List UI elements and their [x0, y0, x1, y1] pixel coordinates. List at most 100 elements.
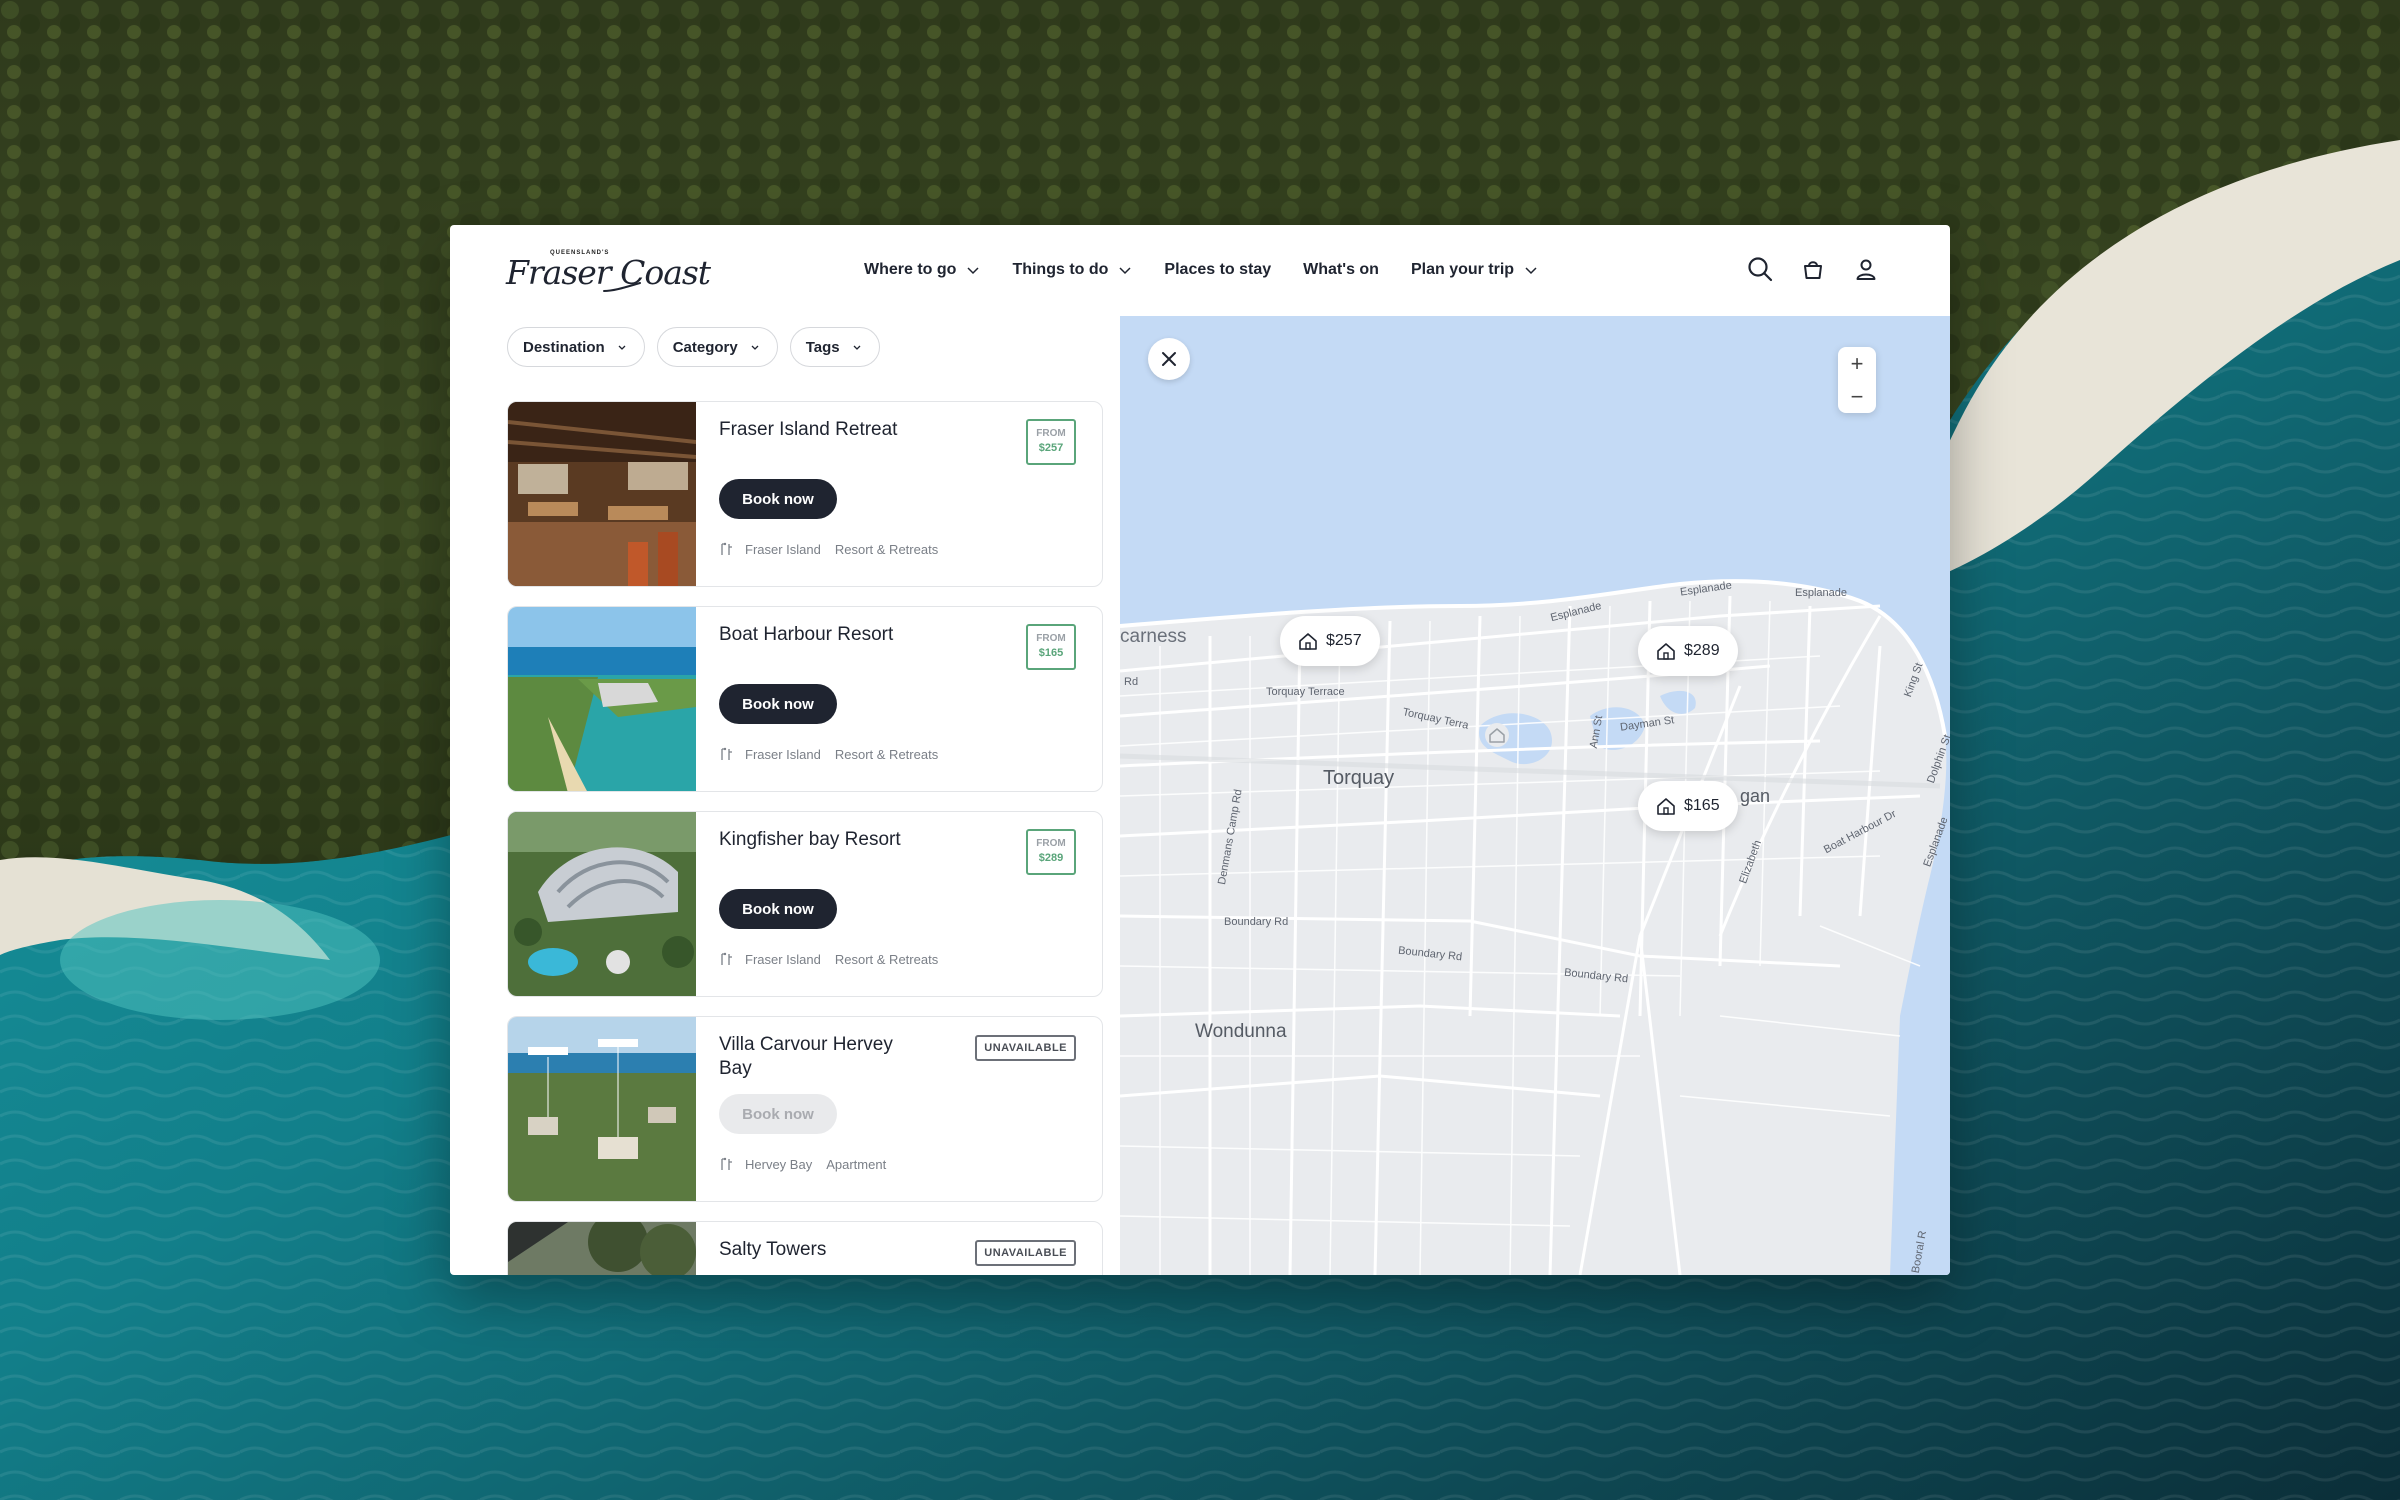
- nav-places-to-stay[interactable]: Places to stay: [1164, 261, 1271, 279]
- price-from-label: FROM: [1036, 838, 1066, 849]
- listing-title: Fraser Island Retreat: [719, 419, 898, 440]
- filter-destination[interactable]: Destination: [507, 327, 645, 367]
- zoom-control: + −: [1838, 347, 1876, 413]
- close-icon: [1162, 352, 1176, 366]
- fraser-coast-logo[interactable]: QUEENSLAND'S Fraser Coast: [506, 247, 711, 295]
- account-button[interactable]: [1848, 251, 1884, 287]
- price-badge: FROM $257: [1026, 419, 1076, 465]
- map-canvas: [1120, 316, 1950, 1275]
- listing-category: Apartment: [826, 1156, 887, 1172]
- chevron-down-icon: [1525, 267, 1537, 275]
- book-now-button[interactable]: Book now: [719, 889, 837, 929]
- filter-tags[interactable]: Tags: [789, 327, 880, 367]
- listing-card-boat-harbour-resort[interactable]: Boat Harbour Resort Book now Fraser Isla…: [507, 606, 1103, 792]
- listing-card-villa-carvour[interactable]: Villa Carvour Hervey Bay Book now Hervey…: [507, 1016, 1103, 1202]
- map-marker-165[interactable]: $165: [1638, 781, 1738, 831]
- listing-location: Fraser Island: [745, 951, 821, 967]
- listing-card-kingfisher-bay-resort[interactable]: Kingfisher bay Resort Book now Fraser Is…: [507, 811, 1103, 997]
- map-label-esplanade-3: Esplanade: [1795, 587, 1847, 599]
- listing-location: Hervey Bay: [745, 1156, 813, 1172]
- nav-label: Where to go: [864, 261, 957, 278]
- map-route-icon: [721, 952, 732, 965]
- book-now-button[interactable]: Book now: [719, 479, 837, 519]
- map-route-icon: [721, 542, 732, 555]
- listing-location: Fraser Island: [745, 541, 821, 557]
- map-label-rd: Rd: [1124, 676, 1139, 688]
- nav-label: What's on: [1303, 261, 1379, 278]
- filter-label: Destination: [523, 338, 605, 356]
- map-label-urangan: gan: [1740, 786, 1771, 806]
- filter-category[interactable]: Category: [656, 327, 778, 367]
- nav-things-to-do[interactable]: Things to do: [1012, 261, 1132, 279]
- chevron-down-icon: [853, 345, 861, 350]
- listing-card-fraser-island-retreat[interactable]: Fraser Island Retreat Book now Fraser Is…: [507, 401, 1103, 587]
- map-marker-257[interactable]: $257: [1280, 616, 1380, 666]
- book-now-button-disabled[interactable]: Book now: [719, 1094, 837, 1134]
- map-view[interactable]: carness Torquay Wondunna gan Esplanade E…: [1120, 316, 1950, 1275]
- nav-label: Plan your trip: [1410, 261, 1515, 278]
- map-poi-house-icon: [1485, 723, 1509, 747]
- nav-label: Places to stay: [1164, 261, 1272, 278]
- header-actions: [1725, 251, 1884, 287]
- price-from-label: FROM: [1036, 633, 1066, 644]
- chevron-down-icon: [1119, 267, 1131, 275]
- book-now-button[interactable]: Book now: [719, 684, 837, 724]
- map-label-torquay-terrace: Torquay Terrace: [1266, 686, 1345, 698]
- marker-price: $257: [1326, 632, 1362, 649]
- map-label-scarness: carness: [1120, 626, 1187, 647]
- listing-category: Resort & Retreats: [834, 746, 939, 762]
- house-icon: [1657, 643, 1675, 660]
- site-header: QUEENSLAND'S Fraser Coast Where to go Th…: [450, 225, 1950, 315]
- price-amount: $257: [1038, 442, 1064, 454]
- price-from-label: FROM: [1036, 428, 1066, 439]
- map-marker-289[interactable]: $289: [1638, 626, 1738, 676]
- listing-title: Salty Towers: [719, 1239, 827, 1260]
- unavailable-badge: UNAVAILABLE: [975, 1240, 1076, 1266]
- listing-photo-salty-towers: [508, 1222, 696, 1275]
- listing-photo-villa-aerial: [508, 1017, 696, 1201]
- nav-plan-your-trip[interactable]: Plan your trip: [1411, 261, 1538, 279]
- listing-card-salty-towers[interactable]: Salty Towers UNAVAILABLE: [507, 1221, 1103, 1275]
- nav-label: Things to do: [1012, 261, 1109, 278]
- bag-button[interactable]: [1795, 251, 1831, 287]
- listing-title: Villa Carvour Hervey Bay: [719, 1034, 893, 1079]
- filter-bar: Destination Category Tags: [507, 327, 892, 367]
- main-navigation: Where to go Things to do Places to stay …: [864, 225, 1570, 315]
- nav-whats-on[interactable]: What's on: [1303, 261, 1379, 279]
- marker-price: $289: [1684, 642, 1720, 659]
- nav-where-to-go[interactable]: Where to go: [864, 261, 980, 279]
- listing-photo-resort-aerial: [508, 812, 696, 996]
- price-badge: FROM $165: [1026, 624, 1076, 670]
- listing-photo-harbour: [508, 607, 696, 791]
- map-label-wondunna: Wondunna: [1195, 1021, 1287, 1042]
- close-map-button[interactable]: [1148, 338, 1190, 380]
- listing-list: Fraser Island Retreat Book now Fraser Is…: [507, 401, 1104, 1275]
- listing-photo-restaurant: [508, 402, 696, 586]
- listing-title: Boat Harbour Resort: [719, 624, 894, 645]
- listing-meta: Fraser Island Resort & Retreats: [719, 541, 938, 557]
- map-route-icon: [721, 747, 732, 760]
- price-amount: $165: [1038, 647, 1064, 659]
- search-icon: [1748, 257, 1773, 282]
- listing-category: Resort & Retreats: [834, 951, 939, 967]
- search-button[interactable]: [1742, 251, 1778, 287]
- user-icon: [1856, 259, 1876, 280]
- listing-meta: Fraser Island Resort & Retreats: [719, 951, 938, 967]
- map-label-boundary-rd-1: Boundary Rd: [1224, 916, 1289, 928]
- app-window: QUEENSLAND'S Fraser Coast Where to go Th…: [450, 225, 1950, 1275]
- house-icon: [1657, 798, 1675, 815]
- listing-category: Resort & Retreats: [834, 541, 939, 557]
- listing-meta: Fraser Island Resort & Retreats: [719, 746, 938, 762]
- filter-label: Tags: [805, 338, 840, 356]
- bag-icon: [1804, 261, 1822, 279]
- marker-price: $165: [1684, 797, 1720, 814]
- zoom-in-button[interactable]: +: [1838, 347, 1876, 380]
- map-route-icon: [721, 1157, 732, 1170]
- chevron-down-icon: [751, 345, 759, 350]
- listing-location: Fraser Island: [745, 746, 821, 762]
- listing-meta: Hervey Bay Apartment: [719, 1156, 886, 1172]
- price-amount: $289: [1038, 852, 1064, 864]
- listing-panel: Destination Category Tags Fraser Island …: [450, 315, 1120, 1275]
- filter-label: Category: [672, 338, 738, 356]
- zoom-out-button[interactable]: −: [1838, 380, 1876, 413]
